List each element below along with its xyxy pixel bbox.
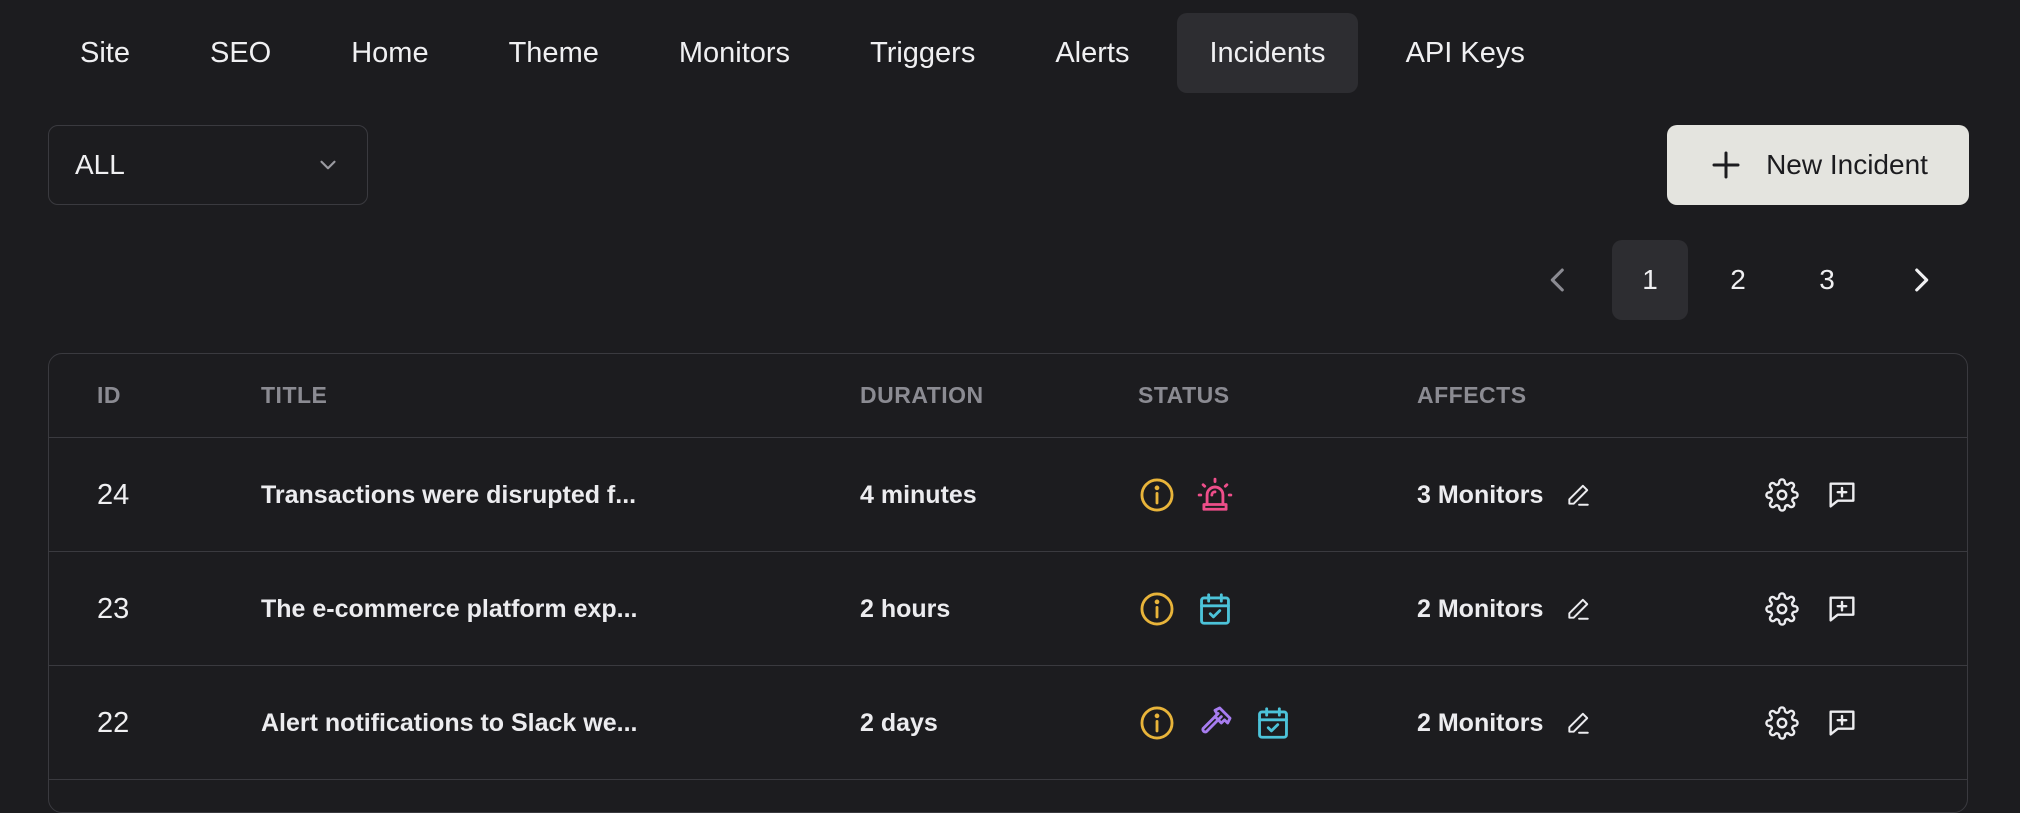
add-comment-icon[interactable] — [1825, 478, 1859, 512]
pagination-page-3[interactable]: 3 — [1789, 240, 1865, 320]
affects-count: 2 Monitors — [1417, 594, 1544, 623]
tab-seo[interactable]: SEO — [178, 13, 303, 93]
affects-count: 2 Monitors — [1417, 708, 1544, 737]
incident-duration: 2 hours — [860, 594, 951, 623]
incidents-table: ID TITLE DURATION STATUS AFFECTS 24 Tran… — [48, 353, 1968, 813]
plus-icon — [1712, 151, 1740, 179]
hammer-icon — [1201, 706, 1232, 734]
col-duration-header: DURATION — [860, 382, 984, 408]
incident-affects: 2 Monitors — [1417, 552, 1591, 666]
gear-icon[interactable] — [1765, 592, 1799, 626]
status-filter-value: ALL — [75, 149, 125, 180]
gear-icon[interactable] — [1765, 478, 1799, 512]
tab-triggers[interactable]: Triggers — [838, 13, 1007, 93]
incident-id: 22 — [97, 706, 130, 739]
incident-title[interactable]: The e-commerce platform exp... — [261, 552, 638, 666]
settings-tabs: Site SEO Home Theme Monitors Triggers Al… — [48, 13, 1573, 93]
pagination-prev-button[interactable] — [1528, 240, 1588, 320]
info-icon — [1140, 706, 1174, 740]
col-status-header: STATUS — [1138, 382, 1230, 408]
tab-home[interactable]: Home — [319, 13, 460, 93]
row-actions — [1765, 666, 1885, 780]
pagination-page-1[interactable]: 1 — [1612, 240, 1688, 320]
incident-status — [1138, 666, 1302, 780]
siren-icon — [1197, 477, 1233, 511]
add-comment-icon[interactable] — [1825, 706, 1859, 740]
gear-icon[interactable] — [1765, 706, 1799, 740]
tab-alerts[interactable]: Alerts — [1023, 13, 1161, 93]
new-incident-button[interactable]: New Incident — [1667, 125, 1969, 205]
new-incident-label: New Incident — [1766, 149, 1928, 180]
edit-icon[interactable] — [1565, 482, 1591, 508]
affects-count: 3 Monitors — [1417, 480, 1544, 509]
incident-duration: 2 days — [860, 708, 938, 737]
table-row[interactable]: 22 Alert notifications to Slack we... 2 … — [49, 666, 1967, 780]
chevron-right-icon — [1915, 268, 1929, 292]
incident-status — [1138, 438, 1244, 552]
calendar-check-icon — [1258, 707, 1288, 739]
row-actions — [1765, 552, 1885, 666]
pagination-page-2[interactable]: 2 — [1700, 240, 1776, 320]
incident-id: 23 — [97, 592, 130, 625]
col-affects-header: AFFECTS — [1417, 382, 1527, 408]
incident-title[interactable]: Transactions were disrupted f... — [261, 438, 636, 552]
tab-theme[interactable]: Theme — [477, 13, 631, 93]
tab-monitors[interactable]: Monitors — [647, 13, 822, 93]
chevron-down-icon — [320, 160, 336, 170]
table-header: ID TITLE DURATION STATUS AFFECTS — [49, 354, 1967, 438]
info-icon — [1140, 478, 1174, 512]
table-row[interactable]: 24 Transactions were disrupted f... 4 mi… — [49, 438, 1967, 552]
incident-id: 24 — [97, 478, 130, 511]
col-id-header: ID — [97, 382, 121, 408]
incident-affects: 2 Monitors — [1417, 666, 1591, 780]
edit-icon[interactable] — [1565, 596, 1591, 622]
pagination-next-button[interactable] — [1891, 240, 1951, 320]
col-title-header: TITLE — [261, 382, 328, 408]
row-actions — [1765, 438, 1885, 552]
calendar-check-icon — [1200, 593, 1230, 625]
incident-status — [1138, 552, 1244, 666]
tab-site[interactable]: Site — [48, 13, 162, 93]
tab-incidents[interactable]: Incidents — [1177, 13, 1358, 93]
status-filter-select[interactable]: ALL — [48, 125, 368, 205]
add-comment-icon[interactable] — [1825, 592, 1859, 626]
incident-affects: 3 Monitors — [1417, 438, 1591, 552]
chevron-left-icon — [1550, 268, 1564, 292]
incident-duration: 4 minutes — [860, 480, 977, 509]
table-row[interactable]: 23 The e-commerce platform exp... 2 hour… — [49, 552, 1967, 666]
info-icon — [1140, 592, 1174, 626]
tab-api-keys[interactable]: API Keys — [1374, 13, 1557, 93]
incident-title[interactable]: Alert notifications to Slack we... — [261, 666, 637, 780]
edit-icon[interactable] — [1565, 710, 1591, 736]
